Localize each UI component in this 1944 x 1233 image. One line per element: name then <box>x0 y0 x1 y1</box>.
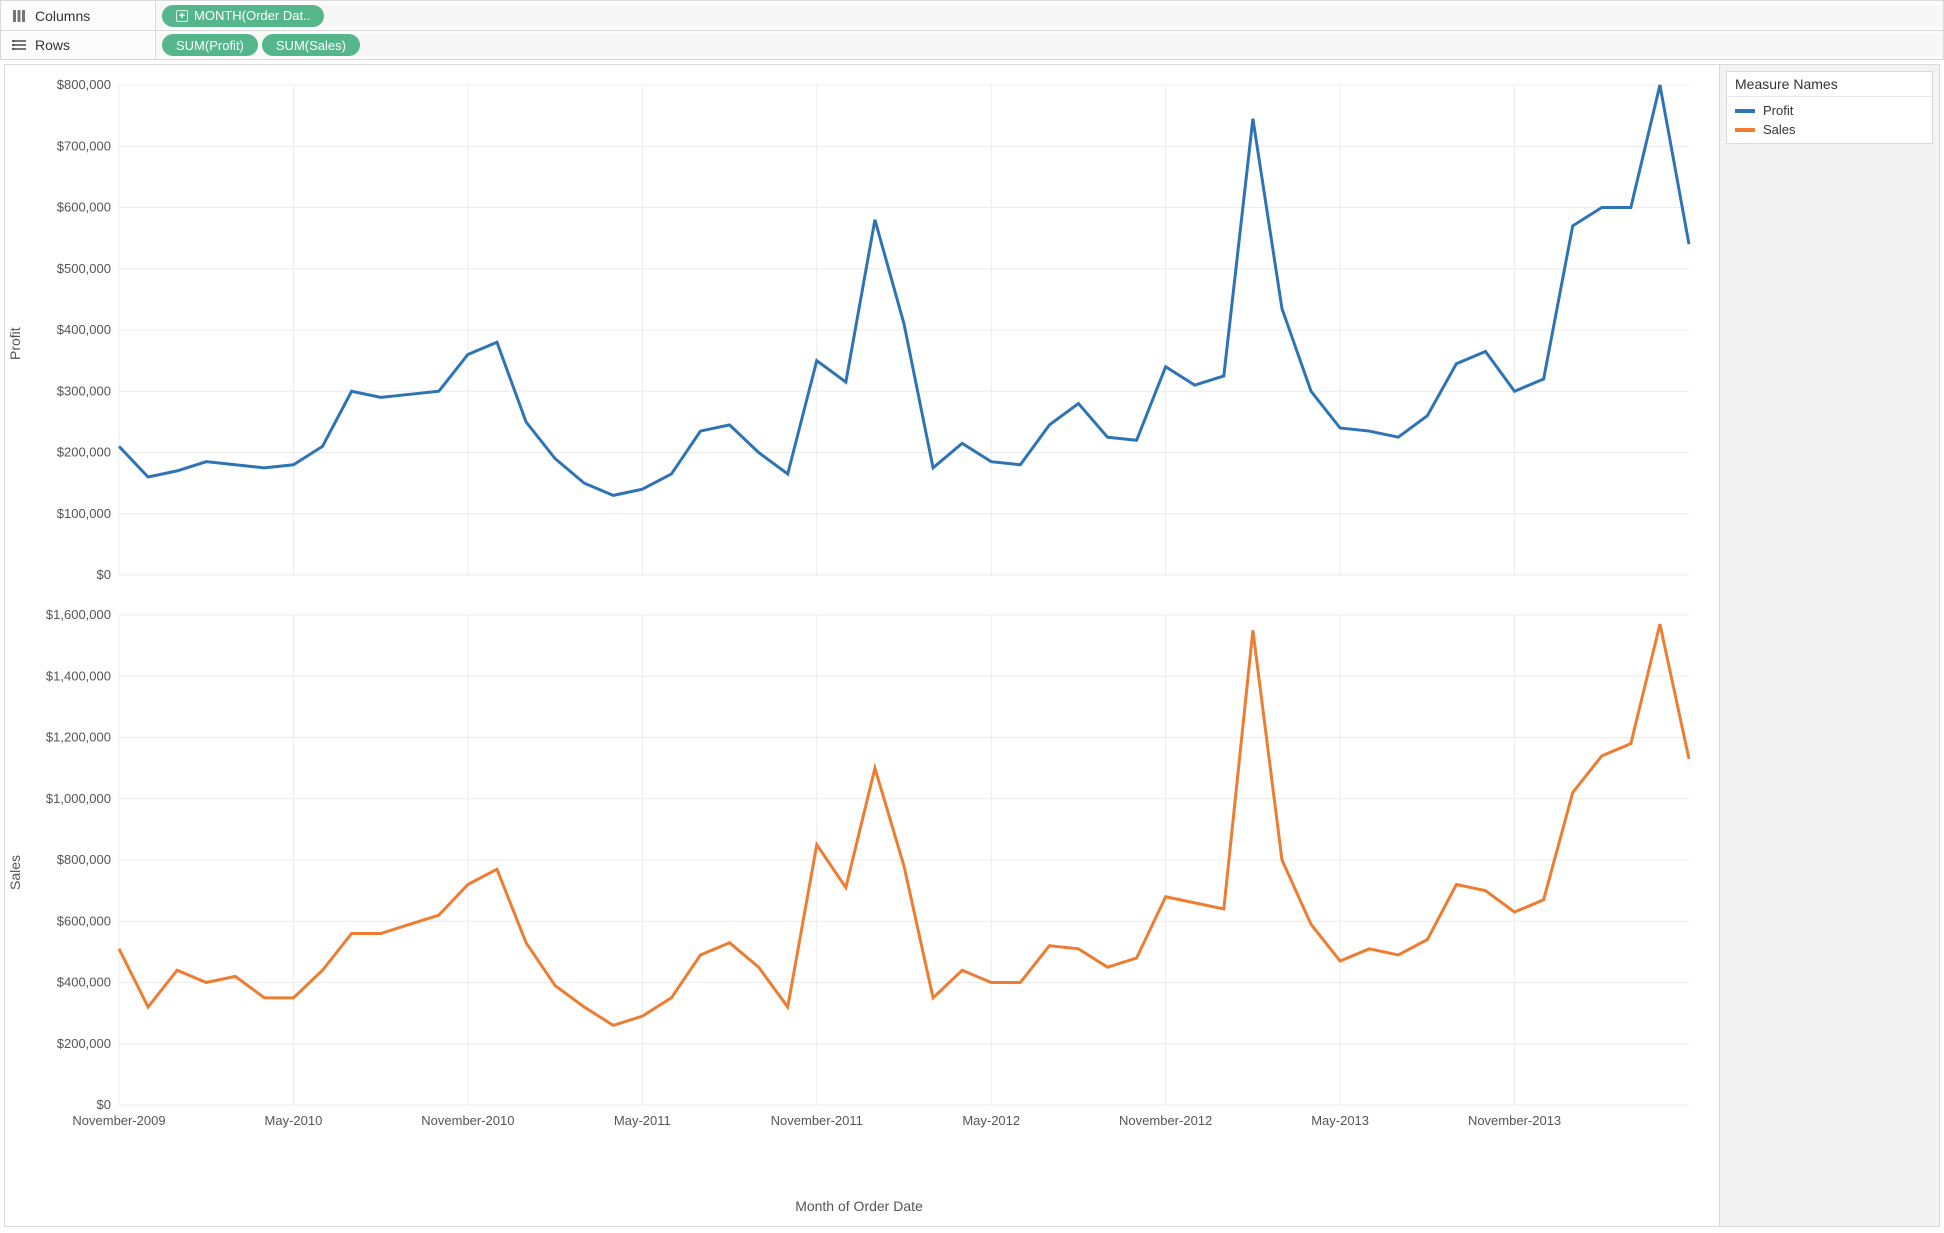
svg-text:$600,000: $600,000 <box>57 200 111 215</box>
pill-label: SUM(Profit) <box>176 38 244 53</box>
svg-text:May-2011: May-2011 <box>614 1113 671 1128</box>
legend-item-label: Sales <box>1763 122 1796 137</box>
columns-shelf[interactable]: Columns + MONTH(Order Dat.. <box>0 0 1944 30</box>
svg-text:$0: $0 <box>97 1097 111 1112</box>
legend-title: Measure Names <box>1727 72 1932 97</box>
workspace: Profit $0 $100,000 $200,000 $300,000 $400,000… <box>0 60 1944 1231</box>
legend-items: Profit Sales <box>1727 97 1932 143</box>
svg-text:$1,600,000: $1,600,000 <box>46 607 111 622</box>
rows-shelf[interactable]: Rows SUM(Profit) SUM(Sales) <box>0 30 1944 60</box>
y-axis-title: Profit <box>7 327 23 360</box>
svg-text:$200,000: $200,000 <box>57 1036 111 1051</box>
svg-text:$1,200,000: $1,200,000 <box>46 730 111 745</box>
svg-text:$600,000: $600,000 <box>57 913 111 928</box>
chart-pane-sales[interactable]: $0 $200,000 $400,000 $600,000 $800,000 $1,000… <box>9 605 1709 1135</box>
series-line-sales[interactable] <box>119 624 1689 1025</box>
svg-text:$800,000: $800,000 <box>57 852 111 867</box>
legend-swatch <box>1735 109 1755 113</box>
columns-icon <box>11 8 27 24</box>
shelves: Columns + MONTH(Order Dat.. Rows SUM(Pro… <box>0 0 1944 60</box>
legend-item-label: Profit <box>1763 103 1793 118</box>
legend-item-sales[interactable]: Sales <box>1735 120 1924 139</box>
chart-panes: Profit $0 $100,000 $200,000 $300,000 $400,000… <box>9 75 1709 1194</box>
svg-text:November-2013: November-2013 <box>1468 1113 1561 1128</box>
svg-text:$200,000: $200,000 <box>57 445 111 460</box>
y-axis-title: Sales <box>7 855 23 890</box>
visualization-area[interactable]: Profit $0 $100,000 $200,000 $300,000 $400,000… <box>4 64 1720 1227</box>
svg-text:May-2013: May-2013 <box>1311 1113 1369 1128</box>
svg-text:November-2012: November-2012 <box>1119 1113 1212 1128</box>
pill-label: SUM(Sales) <box>276 38 346 53</box>
x-axis-title: Month of Order Date <box>9 1194 1709 1216</box>
legend-item-profit[interactable]: Profit <box>1735 101 1924 120</box>
chart-pane-profit[interactable]: $0 $100,000 $200,000 $300,000 $400,000 $500,0… <box>9 75 1709 605</box>
svg-text:$400,000: $400,000 <box>57 975 111 990</box>
svg-text:$0: $0 <box>97 567 111 582</box>
columns-shelf-body[interactable]: + MONTH(Order Dat.. <box>156 5 1943 27</box>
columns-shelf-label: Columns <box>35 8 90 24</box>
expand-icon[interactable]: + <box>176 10 188 22</box>
pill-sum-profit[interactable]: SUM(Profit) <box>162 34 258 56</box>
legend-swatch <box>1735 128 1755 132</box>
columns-shelf-header: Columns <box>1 1 156 30</box>
svg-text:$700,000: $700,000 <box>57 138 111 153</box>
rows-shelf-body[interactable]: SUM(Profit) SUM(Sales) <box>156 34 1943 56</box>
rows-icon <box>11 37 27 53</box>
pill-month-order-date[interactable]: + MONTH(Order Dat.. <box>162 5 324 27</box>
svg-text:May-2010: May-2010 <box>265 1113 323 1128</box>
svg-text:$800,000: $800,000 <box>57 77 111 92</box>
svg-text:May-2012: May-2012 <box>962 1113 1020 1128</box>
svg-text:November-2011: November-2011 <box>771 1113 863 1128</box>
legend-card[interactable]: Measure Names Profit Sales <box>1726 71 1933 144</box>
side-panel: Measure Names Profit Sales <box>1720 64 1940 1227</box>
svg-text:November-2009: November-2009 <box>72 1113 165 1128</box>
svg-text:$300,000: $300,000 <box>57 383 111 398</box>
svg-text:November-2010: November-2010 <box>421 1113 514 1128</box>
svg-text:$500,000: $500,000 <box>57 261 111 276</box>
svg-text:$1,400,000: $1,400,000 <box>46 668 111 683</box>
rows-shelf-label: Rows <box>35 37 70 53</box>
svg-text:$400,000: $400,000 <box>57 322 111 337</box>
rows-shelf-header: Rows <box>1 31 156 59</box>
pill-sum-sales[interactable]: SUM(Sales) <box>262 34 360 56</box>
pill-label: MONTH(Order Dat.. <box>194 8 310 23</box>
svg-text:$100,000: $100,000 <box>57 506 111 521</box>
svg-text:$1,000,000: $1,000,000 <box>46 791 111 806</box>
